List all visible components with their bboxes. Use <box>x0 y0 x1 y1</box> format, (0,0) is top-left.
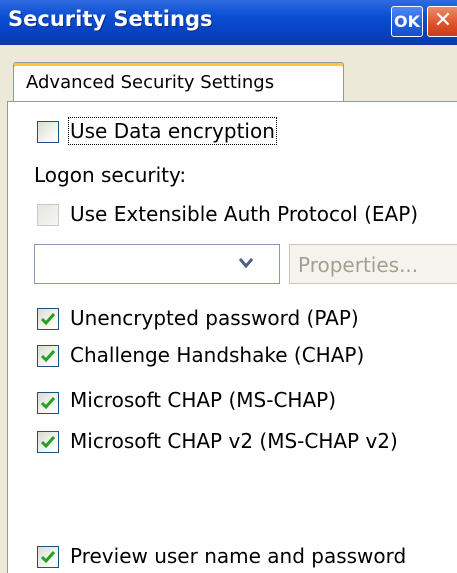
data-encryption-checkbox[interactable] <box>37 121 59 143</box>
security-settings-window: Security Settings OK ✕ Advanced Security… <box>0 0 457 573</box>
ms-chap-label[interactable]: Microsoft CHAP (MS-CHAP) <box>70 388 336 412</box>
checkmark-icon <box>40 350 56 363</box>
checkmark-icon <box>40 551 56 564</box>
pap-checkbox[interactable] <box>37 308 59 330</box>
checkmark-icon <box>40 313 56 326</box>
window-title: Security Settings <box>8 7 213 31</box>
eap-type-select[interactable] <box>34 244 280 284</box>
logon-security-heading: Logon security: <box>34 163 187 187</box>
title-bar: Security Settings OK ✕ <box>0 0 457 45</box>
pap-label[interactable]: Unencrypted password (PAP) <box>70 306 359 330</box>
chap-checkbox[interactable] <box>37 345 59 367</box>
data-encryption-label[interactable]: Use Data encryption <box>68 117 277 145</box>
chevron-down-icon <box>239 258 253 268</box>
ms-chap-v2-label[interactable]: Microsoft CHAP v2 (MS-CHAP v2) <box>70 429 398 453</box>
tab-label: Advanced Security Settings <box>26 72 275 93</box>
properties-button-label: Properties... <box>298 253 419 277</box>
properties-button[interactable]: Properties... <box>289 244 457 284</box>
checkmark-icon <box>40 397 56 410</box>
close-button[interactable]: ✕ <box>427 6 457 37</box>
checkmark-icon <box>40 436 56 449</box>
ok-button[interactable]: OK <box>391 6 423 37</box>
ms-chap-v2-checkbox[interactable] <box>37 431 59 453</box>
eap-label[interactable]: Use Extensible Auth Protocol (EAP) <box>70 202 418 226</box>
tab-advanced-security-settings[interactable]: Advanced Security Settings <box>13 62 344 102</box>
eap-checkbox[interactable] <box>37 204 59 226</box>
chap-label[interactable]: Challenge Handshake (CHAP) <box>70 343 364 367</box>
preview-checkbox[interactable] <box>37 546 59 568</box>
preview-label[interactable]: Preview user name and password <box>70 544 406 568</box>
ms-chap-checkbox[interactable] <box>37 392 59 414</box>
